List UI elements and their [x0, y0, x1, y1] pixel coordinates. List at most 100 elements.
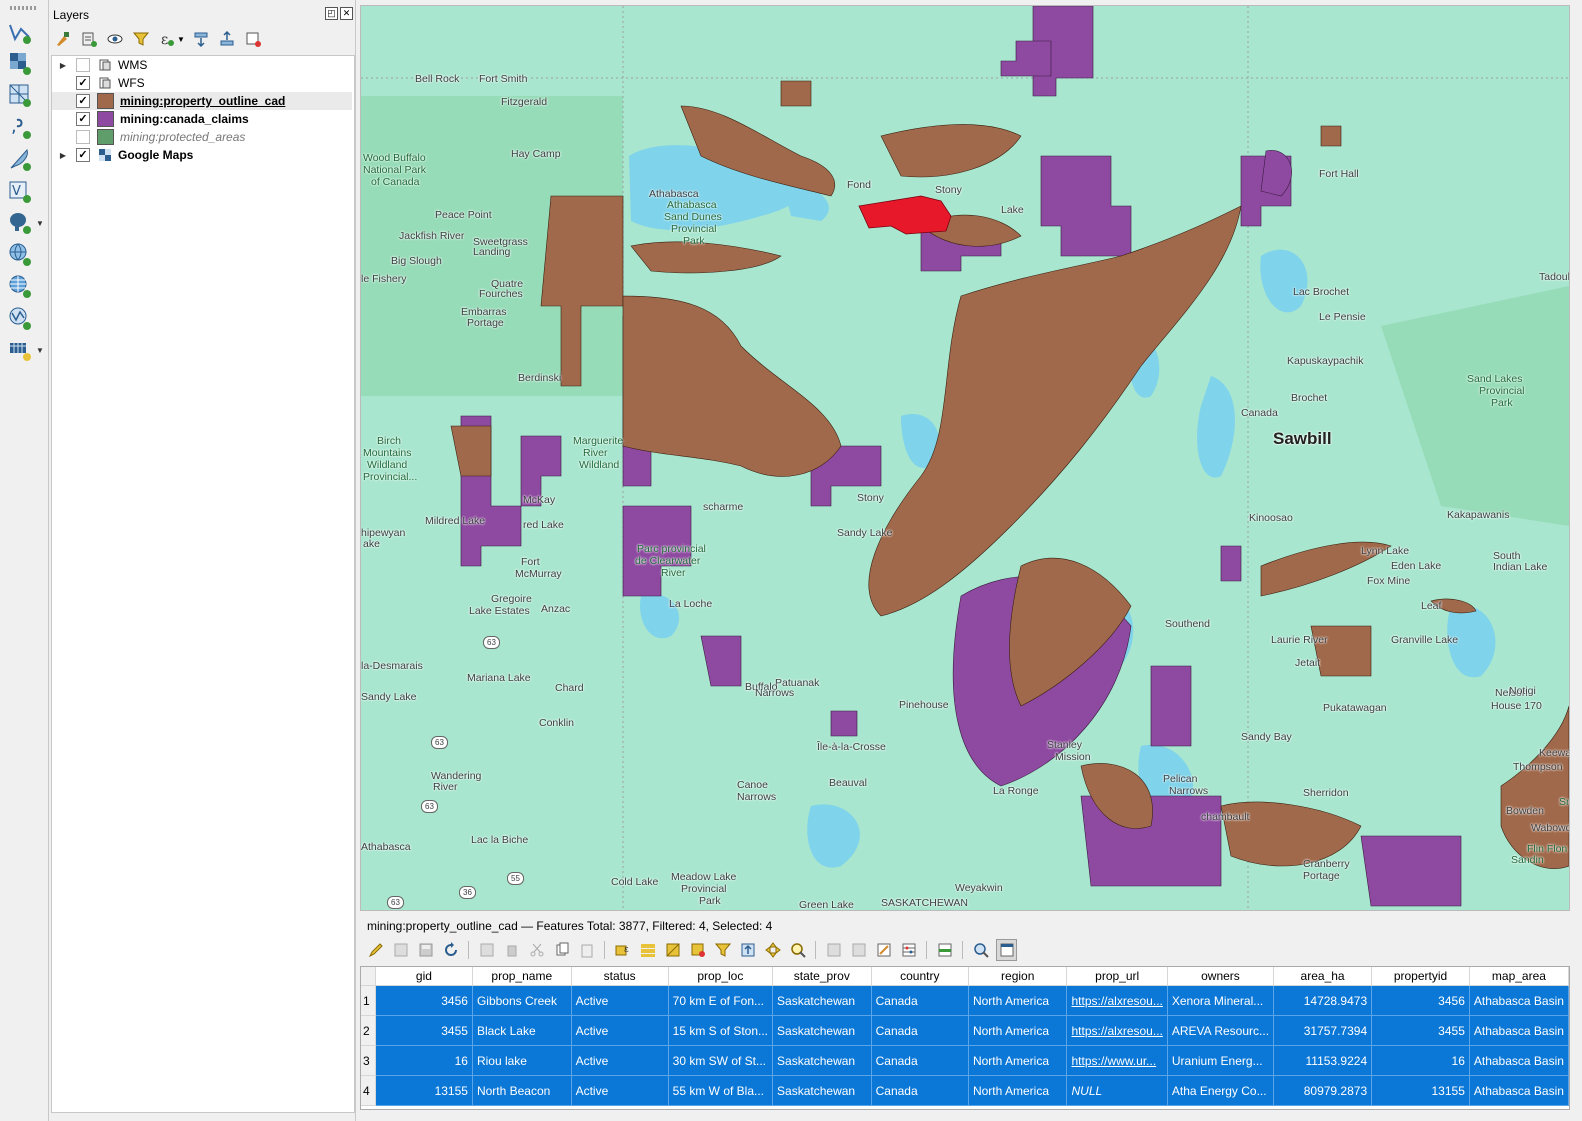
pan-to-selection-button[interactable] [763, 940, 782, 960]
add-wcs-layer-button[interactable] [5, 272, 35, 300]
column-header-region[interactable]: region [968, 967, 1068, 986]
toolbar-grip[interactable] [10, 6, 36, 10]
actions-button[interactable] [971, 940, 990, 960]
add-raster-layer-button[interactable] [5, 49, 35, 77]
move-top-icon [741, 943, 754, 957]
layer-visibility-checkbox[interactable]: ✓ [76, 112, 90, 126]
add-vector-layer-button[interactable] [5, 18, 35, 46]
reload-button[interactable] [441, 940, 460, 960]
deselect-all-button[interactable] [688, 940, 707, 960]
move-selection-to-top-button[interactable] [738, 940, 757, 960]
float-panel-icon[interactable]: ◰ [325, 7, 338, 20]
copy-button[interactable] [552, 940, 571, 960]
invert-selection-button[interactable] [663, 940, 682, 960]
add-delimited-text-button[interactable]: , [5, 113, 35, 141]
expand-all-button[interactable] [191, 29, 211, 49]
add-wfs-layer-button[interactable] [5, 304, 35, 332]
column-header-status[interactable]: status [571, 967, 669, 986]
globe-grid-icon [9, 275, 31, 298]
dock-table-button[interactable] [996, 939, 1017, 961]
row-number[interactable]: 3 [361, 1045, 376, 1076]
add-virtual-layer-button[interactable]: V [5, 177, 35, 205]
edit-form-button[interactable] [874, 940, 893, 960]
place-label: House 170 [1491, 700, 1542, 712]
paste-button[interactable] [577, 940, 596, 960]
layer-row-wms[interactable]: ▶ WMS [52, 56, 352, 74]
chevron-down-icon[interactable]: ▼ [36, 219, 44, 228]
table-row[interactable]: 4 13155 North Beacon Active 55 km W of Bla..… [361, 1075, 1569, 1106]
layer-visibility-checkbox[interactable] [76, 58, 90, 72]
delete-field-button[interactable] [849, 940, 868, 960]
add-mesh-layer-button[interactable] [5, 81, 35, 109]
place-label: Keewatin [1539, 747, 1569, 759]
copy-icon [556, 942, 568, 956]
column-header-map-area[interactable]: map_area [1469, 967, 1569, 986]
column-header-gid[interactable]: gid [375, 967, 473, 986]
row-number[interactable]: 1 [361, 985, 376, 1016]
table-cell-prop-url[interactable]: https://alxresou... [1066, 985, 1168, 1016]
toggle-editing-button[interactable] [366, 940, 385, 960]
filter-legend-button[interactable] [131, 29, 151, 49]
select-all-button[interactable] [638, 940, 657, 960]
column-header-owners[interactable]: owners [1167, 967, 1275, 986]
column-header-state-prov[interactable]: state_prov [772, 967, 872, 986]
select-by-expression-button[interactable]: ε [613, 940, 632, 960]
map-canvas[interactable]: Bell Rock Fort Smith Fitzgerald Wood Buffal… [360, 5, 1570, 911]
add-wms-layer-button[interactable] [5, 240, 35, 268]
conditional-formatting-button[interactable] [935, 940, 954, 960]
column-header-area-ha[interactable]: area_ha [1273, 967, 1373, 986]
style-manager-button[interactable] [53, 29, 73, 49]
selected-feature[interactable] [858, 195, 952, 235]
row-number[interactable]: 2 [361, 1015, 376, 1046]
table-cell-prop-url[interactable]: https://alxresou... [1066, 1015, 1168, 1046]
chevron-down-icon[interactable]: ▼ [177, 35, 185, 44]
row-number[interactable]: 4 [361, 1075, 376, 1106]
filter-expression-button[interactable]: ε [157, 29, 177, 49]
layer-row-protected-areas[interactable]: mining:protected_areas [52, 128, 352, 146]
table-row[interactable]: 2 3455 Black Lake Active 15 km S of Ston... S… [361, 1015, 1569, 1046]
layer-row-property-outline[interactable]: ✓ mining:property_outline_cad [52, 92, 352, 110]
cut-button[interactable] [527, 940, 546, 960]
layer-row-wfs[interactable]: ✓ WFS [52, 74, 352, 92]
multi-edit-button[interactable] [391, 940, 410, 960]
table-row[interactable]: 3 16 Riou lake Active 30 km SW of St... Saska… [361, 1045, 1569, 1076]
add-xyz-layer-button[interactable] [5, 336, 35, 364]
delete-feature-button[interactable] [502, 940, 521, 960]
collapse-all-button[interactable] [217, 29, 237, 49]
row-number-header[interactable] [361, 967, 376, 986]
route-shield: 63 [387, 896, 404, 909]
layer-visibility-checkbox[interactable]: ✓ [76, 76, 90, 90]
chevron-down-icon[interactable]: ▼ [36, 346, 44, 355]
remove-layer-button[interactable] [243, 29, 263, 49]
column-header-prop-url[interactable]: prop_url [1066, 967, 1168, 986]
place-label: Southend [1165, 618, 1210, 630]
filter-select-button[interactable] [713, 940, 732, 960]
property-polygon [622, 295, 842, 477]
add-spatialite-button[interactable] [5, 145, 35, 173]
layer-row-google-maps[interactable]: ▶ ✓ Google Maps [52, 146, 352, 164]
add-postgis-button[interactable] [5, 208, 35, 236]
layer-visibility-checkbox[interactable]: ✓ [76, 94, 90, 108]
field-calculator-button[interactable] [899, 940, 918, 960]
new-field-button[interactable] [824, 940, 843, 960]
layer-row-canada-claims[interactable]: ✓ mining:canada_claims [52, 110, 352, 128]
column-header-prop-name[interactable]: prop_name [472, 967, 572, 986]
add-feature-button[interactable] [477, 940, 496, 960]
table-cell-prop-url[interactable]: https://www.ur... [1066, 1045, 1168, 1076]
expand-arrow-icon[interactable]: ▶ [56, 151, 70, 160]
refresh-icon [444, 942, 457, 956]
layer-visibility-checkbox[interactable]: ✓ [76, 148, 90, 162]
pencil-icon [368, 943, 383, 958]
place-label: Fort Smith [479, 73, 528, 85]
column-header-country[interactable]: country [871, 967, 969, 986]
manage-visibility-button[interactable] [105, 29, 125, 49]
zoom-to-selection-button[interactable] [788, 940, 807, 960]
column-header-prop-loc[interactable]: prop_loc [668, 967, 774, 986]
expand-arrow-icon[interactable]: ▶ [56, 61, 70, 70]
add-group-button[interactable] [79, 29, 99, 49]
table-row[interactable]: 1 3456 Gibbons Creek Active 70 km E of Fon..… [361, 985, 1569, 1016]
column-header-propertyid[interactable]: propertyid [1371, 967, 1470, 986]
close-icon[interactable]: ✕ [340, 7, 353, 20]
layer-visibility-checkbox[interactable] [76, 130, 90, 144]
save-edits-button[interactable] [416, 940, 435, 960]
